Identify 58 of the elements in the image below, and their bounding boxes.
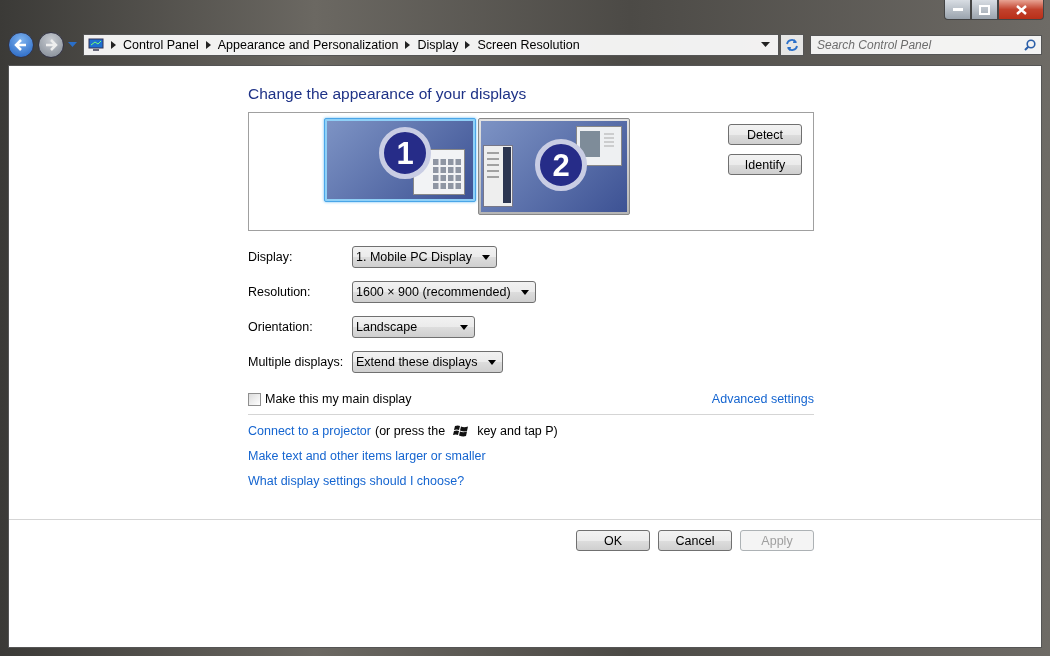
close-icon xyxy=(1015,4,1027,15)
setting-label: Display: xyxy=(248,250,294,264)
breadcrumb-item[interactable]: Appearance and Personalization xyxy=(217,38,399,52)
monitor-thumbnail[interactable]: 1 xyxy=(324,118,476,202)
minimize-button[interactable] xyxy=(944,0,971,20)
dropdown[interactable]: Landscape xyxy=(352,316,475,338)
search-field[interactable]: Search Control Panel xyxy=(810,35,1042,55)
dialog-button[interactable]: Cancel xyxy=(658,530,732,551)
caret-down-icon xyxy=(487,359,496,365)
monitor-icon xyxy=(88,38,104,52)
breadcrumb-item[interactable]: Screen Resolution xyxy=(477,38,580,52)
chevron-right-icon xyxy=(465,41,471,49)
projector-link[interactable]: Connect to a projector xyxy=(248,424,371,438)
forward-arrow-icon xyxy=(43,37,59,53)
help-link[interactable]: Make text and other items larger or smaller xyxy=(248,449,486,463)
chevron-right-icon xyxy=(205,41,211,49)
dropdown[interactable]: 1600 × 900 (recommended) xyxy=(352,281,536,303)
setting-label: Orientation: xyxy=(248,320,314,334)
back-button[interactable] xyxy=(8,32,34,58)
close-button[interactable] xyxy=(998,0,1044,20)
maximize-button[interactable] xyxy=(971,0,998,20)
dropdown[interactable]: Extend these displays xyxy=(352,351,503,373)
preview-button[interactable]: Detect xyxy=(728,124,802,145)
breadcrumb-item[interactable]: Display xyxy=(417,38,459,52)
dropdown-caret-icon xyxy=(761,42,770,48)
page-heading: Change the appearance of your displays xyxy=(248,85,528,103)
chevron-right-icon xyxy=(405,41,411,49)
setting-label: Resolution: xyxy=(248,285,312,299)
window-drawing xyxy=(576,126,622,166)
checkbox[interactable] xyxy=(248,392,261,406)
hint-text: (or press the xyxy=(375,424,446,438)
maximize-icon xyxy=(979,4,990,15)
start-menu-drawing xyxy=(483,145,513,207)
monitor-number-badge: 1 xyxy=(379,127,431,179)
hint-text: key and tap P) xyxy=(477,424,558,438)
setting-label: Multiple displays: xyxy=(248,355,345,369)
monitor-number-badge: 2 xyxy=(535,139,587,191)
dropdown-caret-icon xyxy=(68,42,77,48)
caret-down-icon xyxy=(482,254,490,260)
help-link[interactable]: What display settings should I choose? xyxy=(248,474,465,488)
minimize-icon xyxy=(952,8,963,11)
dropdown[interactable]: 1. Mobile PC Display xyxy=(352,246,497,268)
windows-logo-icon xyxy=(453,424,470,438)
dialog-button[interactable]: OK xyxy=(576,530,650,551)
checkbox-label[interactable]: Make this my main display xyxy=(265,392,412,406)
advanced-settings-link[interactable]: Advanced settings xyxy=(711,392,814,406)
preview-button[interactable]: Identify xyxy=(728,154,802,175)
forward-button[interactable] xyxy=(38,32,64,58)
search-icon xyxy=(1024,39,1036,51)
breadcrumb-item[interactable]: Control Panel xyxy=(123,38,199,52)
chevron-right-icon xyxy=(111,41,116,49)
refresh-arrows-icon xyxy=(785,38,799,52)
monitor-thumbnail[interactable]: 2 xyxy=(478,118,630,215)
back-arrow-icon xyxy=(13,37,29,53)
address-bar[interactable]: Control Panel Appearance and Personalization Display Screen Resolution xyxy=(83,34,779,56)
caret-down-icon xyxy=(520,289,529,295)
refresh-button[interactable] xyxy=(780,34,804,56)
caret-down-icon xyxy=(460,324,468,330)
